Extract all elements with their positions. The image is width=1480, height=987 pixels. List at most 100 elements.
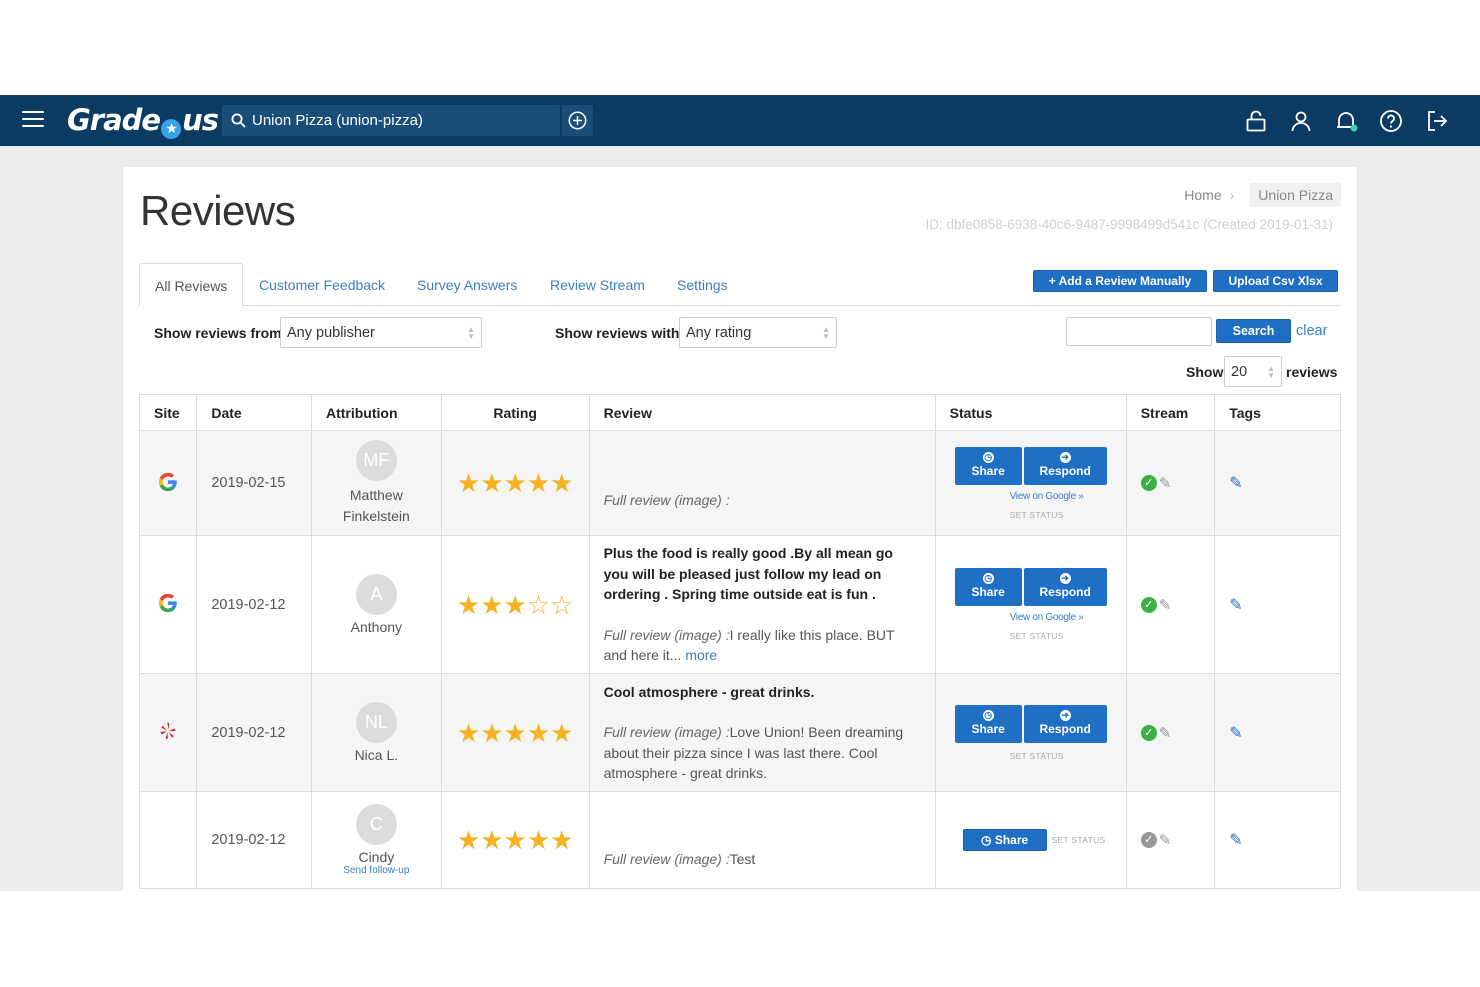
tab-customer-feedback[interactable]: Customer Feedback: [259, 263, 385, 305]
publisher-select-value: Any publisher: [287, 325, 375, 341]
table-row: 2019-02-12 C Cindy Send follow-up ★★★★★ …: [138, 791, 1341, 889]
respond-button[interactable]: ➔ Respond: [1023, 446, 1107, 485]
rating-stars: ★★★★★: [440, 791, 590, 889]
help-icon[interactable]: [1379, 109, 1403, 133]
edit-tags-icon[interactable]: ✎: [1229, 597, 1242, 614]
review-image-link[interactable]: (image): [674, 492, 721, 508]
respond-button[interactable]: ➔ Respond: [1023, 568, 1107, 606]
review-cell: Cool atmosphere - great drinks. Full rev…: [588, 673, 936, 792]
google-icon: [158, 472, 177, 491]
notification-bell-icon[interactable]: [1334, 109, 1358, 133]
tab-all-reviews[interactable]: All Reviews: [139, 263, 244, 307]
logout-icon[interactable]: [1425, 109, 1449, 133]
grade-us-logo[interactable]: Grade ★ us: [67, 103, 219, 139]
full-review-label: Full review: [603, 491, 671, 508]
upload-csv-button[interactable]: Upload Csv Xlsx: [1213, 270, 1338, 292]
share-button-label: Share: [994, 833, 1029, 847]
stream-cell: ✓ ✎: [1125, 535, 1216, 674]
star-full-icon: ★★★★★: [456, 468, 574, 498]
star-full-icon: ★★★★★: [456, 717, 574, 748]
check-circle-icon[interactable]: ✓: [1140, 832, 1157, 849]
send-followup-link[interactable]: Send follow-up: [312, 865, 441, 876]
review-image-link[interactable]: (image): [674, 724, 721, 740]
add-review-manually-button[interactable]: + Add a Review Manually: [1033, 270, 1207, 292]
breadcrumb-home[interactable]: Home: [1184, 187, 1221, 203]
select-arrows-icon: ▲ ▼: [467, 325, 475, 341]
attribution-cell: C Cindy Send follow-up: [310, 791, 442, 889]
column-header-date: Date: [196, 394, 312, 431]
rating-select[interactable]: Any rating ▲ ▼: [679, 317, 837, 348]
avatar: NL: [355, 702, 397, 743]
reviewer-name: Anthony: [350, 619, 403, 635]
attribution-cell: NL Nica L.: [310, 673, 442, 792]
arrow-right-circle-icon: ➔: [1059, 709, 1071, 721]
hamburger-menu-icon[interactable]: [22, 111, 44, 129]
status-cell: ◷ Share ➔ Respond SET STATUS: [934, 673, 1127, 792]
more-link[interactable]: more: [685, 647, 717, 663]
set-status-link[interactable]: SET STATUS: [936, 510, 1126, 520]
share-button[interactable]: ◷ Share: [962, 829, 1047, 851]
attribution-cell: A Anthony: [310, 535, 442, 674]
publisher-select[interactable]: Any publisher ▲ ▼: [280, 317, 482, 348]
show-label: Show: [1186, 364, 1224, 380]
location-search[interactable]: Union Pizza (union-pizza): [222, 105, 560, 136]
pencil-icon[interactable]: ✎: [1159, 474, 1172, 492]
tab-review-stream[interactable]: Review Stream: [550, 263, 645, 305]
avatar: C: [355, 804, 397, 845]
pencil-icon[interactable]: ✎: [1159, 724, 1172, 742]
user-icon[interactable]: [1289, 109, 1313, 133]
review-headline: Cool atmosphere - great drinks.: [603, 683, 815, 700]
site-cell: [138, 430, 198, 536]
google-icon: [158, 593, 177, 613]
share-button[interactable]: ◷ Share: [954, 446, 1022, 485]
respond-button[interactable]: ➔ Respond: [1023, 704, 1107, 743]
share-button[interactable]: ◷ Share: [954, 704, 1022, 743]
breadcrumb: Home › Union Pizza: [1184, 183, 1341, 207]
tab-survey-answers[interactable]: Survey Answers: [417, 263, 517, 305]
view-on-google-link[interactable]: View on Google »: [936, 491, 1126, 502]
date-cell: 2019-02-12: [196, 673, 312, 792]
show-suffix-label: reviews: [1286, 364, 1338, 380]
stream-cell: ✓ ✎: [1125, 791, 1216, 889]
lock-icon[interactable]: [1244, 109, 1268, 133]
set-status-link[interactable]: SET STATUS: [936, 631, 1126, 641]
page-size-select[interactable]: 20 ▲ ▼: [1224, 356, 1282, 387]
review-cell: Full review (image) :: [588, 430, 936, 536]
column-header-status: Status: [934, 394, 1127, 431]
table-row: 2019-02-15 MF Matthew Finkelstein ★★★★★ …: [138, 430, 1341, 536]
publisher-filter-label: Show reviews from: [154, 325, 282, 341]
edit-tags-icon[interactable]: ✎: [1229, 725, 1242, 742]
check-circle-icon[interactable]: ✓: [1140, 724, 1157, 741]
reviews-card: Reviews Home › Union Pizza ID: dbfe0858-69…: [123, 167, 1357, 891]
set-status-link[interactable]: SET STATUS: [936, 751, 1126, 761]
page-title: Reviews: [140, 187, 296, 234]
view-on-google-link[interactable]: View on Google »: [936, 612, 1126, 623]
top-navbar: Grade ★ us Union Pizza (union-pizza): [0, 95, 1480, 146]
stream-cell: ✓ ✎: [1125, 673, 1216, 792]
pencil-icon[interactable]: ✎: [1159, 831, 1172, 849]
check-circle-icon[interactable]: ✓: [1140, 475, 1157, 492]
add-location-button[interactable]: [562, 105, 593, 136]
set-status-link[interactable]: SET STATUS: [1052, 835, 1106, 845]
full-review-label: Full review: [603, 724, 671, 740]
search-input[interactable]: [1066, 317, 1212, 346]
edit-tags-icon[interactable]: ✎: [1229, 475, 1242, 492]
check-circle-icon[interactable]: ✓: [1140, 596, 1157, 613]
rating-stars: ★★★★★: [440, 673, 590, 792]
tags-cell: ✎: [1214, 535, 1341, 674]
search-button[interactable]: Search: [1216, 319, 1291, 343]
date-cell: 2019-02-12: [196, 535, 312, 674]
pencil-icon[interactable]: ✎: [1159, 596, 1172, 614]
tab-settings[interactable]: Settings: [677, 263, 728, 305]
clear-link[interactable]: clear: [1296, 323, 1327, 339]
share-button[interactable]: ◷ Share: [954, 568, 1022, 606]
column-header-review: Review: [588, 394, 936, 431]
rating-stars: ★★★★★: [440, 430, 590, 536]
status-cell: ◷ Share SET STATUS: [934, 791, 1127, 889]
site-cell: [138, 535, 198, 674]
date-cell: 2019-02-15: [196, 430, 312, 536]
review-image-link[interactable]: (image): [674, 627, 721, 643]
edit-tags-icon[interactable]: ✎: [1229, 832, 1242, 849]
review-image-link[interactable]: (image): [674, 851, 721, 867]
rating-stars: ★★★☆☆: [440, 535, 590, 674]
